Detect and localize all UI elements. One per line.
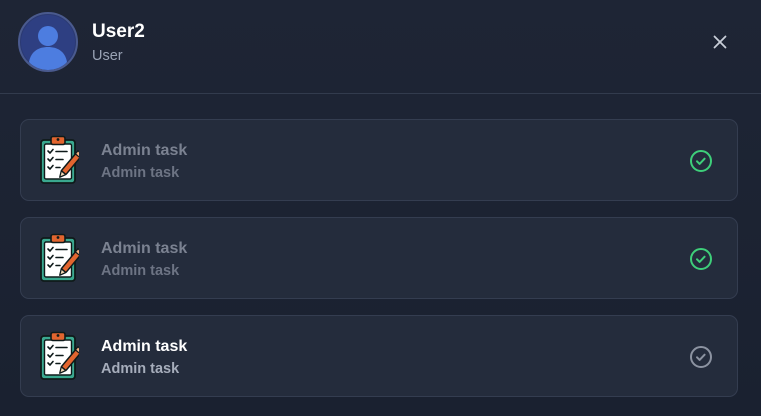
clipboard-checklist-icon <box>39 135 79 185</box>
task-item[interactable]: Admin task Admin task <box>20 119 738 201</box>
panel-header: User2 User <box>0 0 761 94</box>
user-role: User <box>92 48 123 64</box>
task-title: Admin task <box>101 338 188 355</box>
task-subtitle: Admin task <box>101 263 180 279</box>
clipboard-checklist-icon <box>39 331 79 381</box>
task-item[interactable]: Admin task Admin task <box>20 315 738 397</box>
task-title: Admin task <box>101 142 188 159</box>
user-name: User2 <box>92 21 145 42</box>
task-subtitle: Admin task <box>101 165 180 181</box>
task-title: Admin task <box>101 240 188 257</box>
completed-check-icon[interactable] <box>689 149 713 173</box>
pending-check-icon[interactable] <box>689 345 713 369</box>
close-button[interactable] <box>706 28 734 56</box>
task-item[interactable]: Admin task Admin task <box>20 217 738 299</box>
task-subtitle: Admin task <box>101 361 180 377</box>
task-list: Admin task Admin task Admin task Admin t… <box>20 119 738 413</box>
user-avatar-icon <box>18 12 78 72</box>
clipboard-checklist-icon <box>39 233 79 283</box>
user-tasks-panel: User2 User Admin task Admin task Admin t… <box>0 0 761 416</box>
close-icon <box>713 35 727 49</box>
completed-check-icon[interactable] <box>689 247 713 271</box>
